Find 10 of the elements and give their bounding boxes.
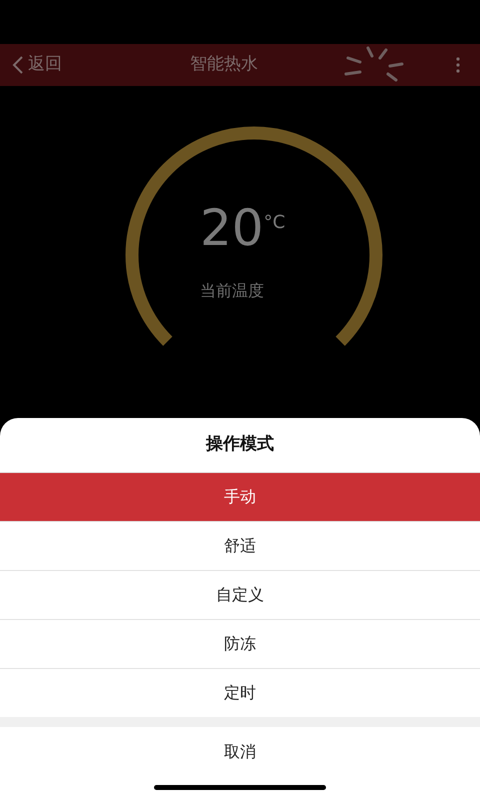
sun-icon [344,46,406,82]
temperature-unit: °C [264,211,286,235]
page-title: 智能热水 [190,53,258,76]
mode-option[interactable]: 手动 [0,472,480,521]
more-icon[interactable] [456,57,460,73]
sheet-title: 操作模式 [204,433,275,456]
temperature-value: 20 [200,203,264,253]
back-icon [12,55,24,75]
temperature-caption: 当前温度 [200,280,264,302]
cancel-button[interactable]: 取消 [0,727,480,777]
